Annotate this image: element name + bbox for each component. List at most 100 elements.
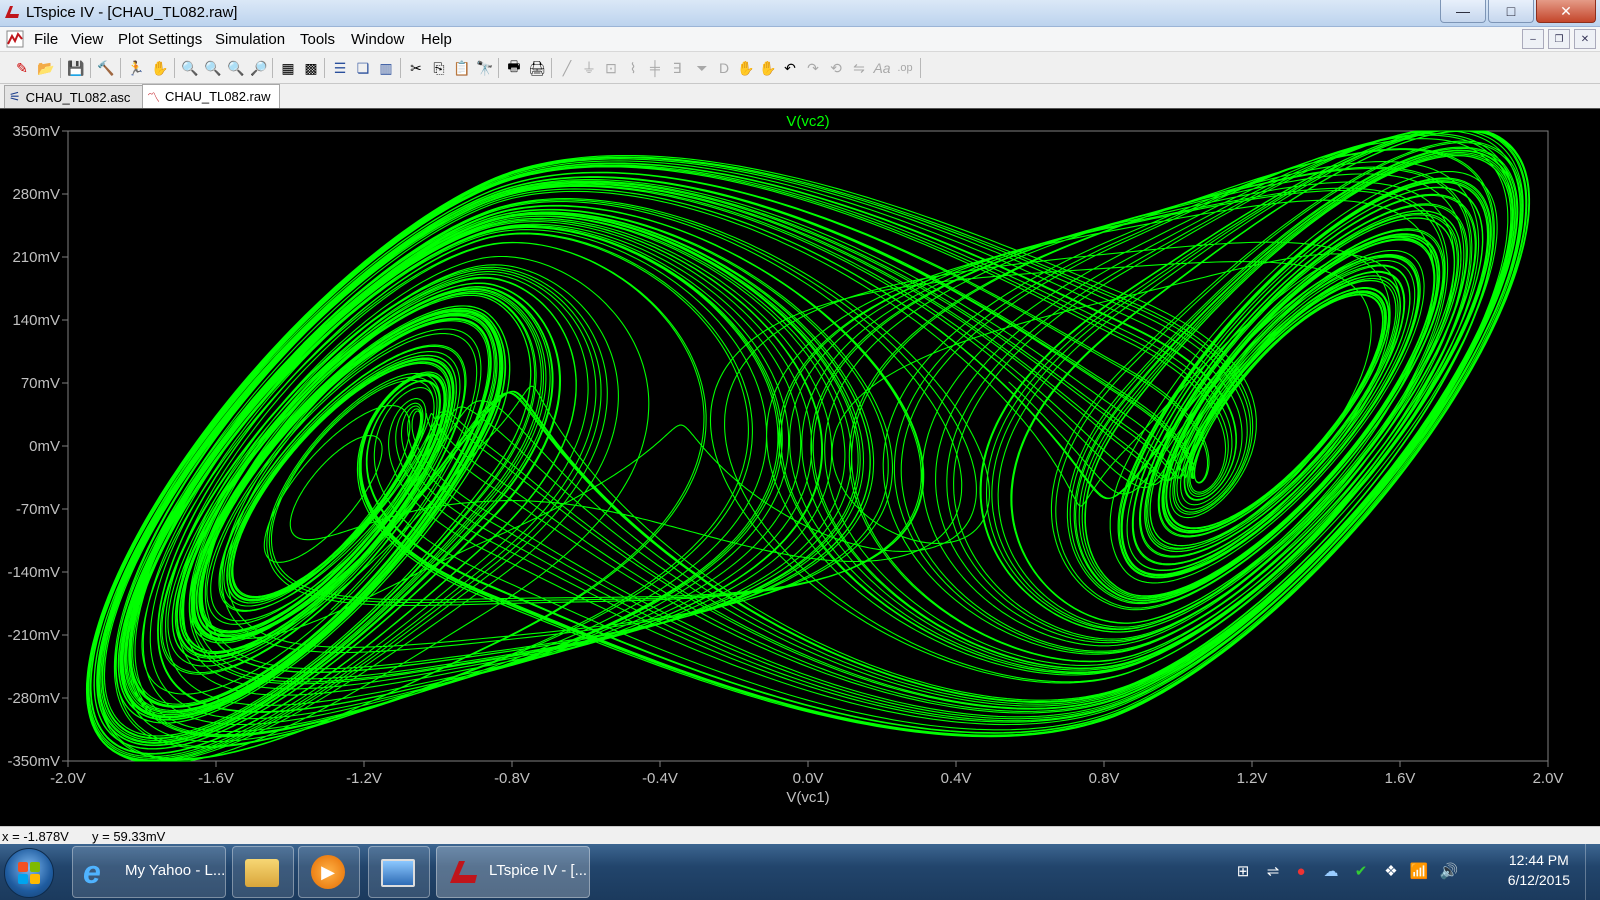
tab-waveform[interactable]: 〽 CHAU_TL082.raw	[142, 84, 280, 108]
waveform-plot[interactable]: 350mV 280mV 210mV 140mV 70mV 0mV -70mV -140mV -2…	[0, 109, 1600, 827]
taskbar-item-explorer[interactable]	[232, 846, 294, 898]
run-icon[interactable]: 🏃	[126, 58, 146, 78]
y-tick-label: -280mV	[7, 690, 60, 707]
trace-title: V(vc2)	[786, 113, 829, 130]
minimize-button[interactable]: —	[1440, 0, 1486, 23]
cursor-x-readout: x = -1.878V	[2, 829, 69, 844]
signal-tray-icon[interactable]: 📶	[1408, 860, 1430, 882]
paste-icon[interactable]: 📋	[452, 58, 472, 78]
find-icon[interactable]: 🔭	[475, 58, 495, 78]
x-tick-label: -0.4V	[642, 770, 678, 787]
x-tick-label: 1.2V	[1237, 770, 1268, 787]
menu-window[interactable]: Window	[351, 31, 404, 48]
document-tabs: ⚟ CHAU_TL082.asc 〽 CHAU_TL082.raw	[0, 84, 1600, 108]
wire-icon[interactable]: ╱	[557, 58, 577, 78]
x-tick-label: 0.4V	[941, 770, 972, 787]
y-tick-label: 280mV	[12, 186, 60, 203]
plot-pane[interactable]: 350mV 280mV 210mV 140mV 70mV 0mV -70mV -140mV -2…	[0, 108, 1600, 827]
menu-simulation[interactable]: Simulation	[215, 31, 285, 48]
maximize-button[interactable]: □	[1488, 0, 1534, 23]
title-bar: LTspice IV - [CHAU_TL082.raw] — □ ✕	[0, 0, 1600, 27]
redo-icon[interactable]: ↷	[803, 58, 823, 78]
tile-horizontal-icon[interactable]: ☰	[330, 58, 350, 78]
save-icon[interactable]: 💾	[66, 58, 86, 78]
spice-directive-icon[interactable]: .op	[895, 58, 915, 78]
menu-file[interactable]: File	[34, 31, 58, 48]
y-tick-label: -350mV	[7, 753, 60, 770]
taskbar: e My Yahoo - L... ▶ LTspice IV - [... ⊞ …	[0, 844, 1600, 900]
tile-vertical-icon[interactable]: ▥	[376, 58, 396, 78]
cancel-zoom-icon[interactable]: 🔎	[249, 58, 269, 78]
copy-icon[interactable]: ⎘	[429, 58, 449, 78]
clock[interactable]: 12:44 PM 6/12/2015	[1508, 850, 1570, 890]
close-button[interactable]: ✕	[1536, 0, 1596, 23]
taskbar-item-ltspice[interactable]: LTspice IV - [...	[436, 846, 590, 898]
zoom-full-icon[interactable]: 🔍	[226, 58, 246, 78]
toolbar: ✎ 📂 💾 🔨 🏃 ✋ 🔍 🔍 🔍 🔎 ▦ ▩ ☰ ❏ ▥ ✂ ⎘ 📋 🔭 🖶 …	[0, 53, 1600, 84]
taskbar-item-label: LTspice IV - [...	[489, 862, 588, 879]
x-tick-label: -2.0V	[50, 770, 86, 787]
x-tick-label: -0.8V	[494, 770, 530, 787]
volume-tray-icon[interactable]: 🔊	[1438, 860, 1460, 882]
halt-icon[interactable]: ✋	[150, 58, 170, 78]
cloud-tray-icon[interactable]: ☁	[1320, 860, 1342, 882]
file-explorer-icon	[245, 859, 279, 887]
component-icon[interactable]: D	[714, 58, 734, 78]
menu-tools[interactable]: Tools	[300, 31, 335, 48]
cut-icon[interactable]: ✂	[406, 58, 426, 78]
tab-schematic[interactable]: ⚟ CHAU_TL082.asc	[4, 85, 146, 108]
window-title: LTspice IV - [CHAU_TL082.raw]	[26, 4, 238, 21]
clock-time: 12:44 PM	[1508, 852, 1569, 868]
antivirus-tray-icon[interactable]: ●	[1290, 860, 1312, 882]
capacitor-icon[interactable]: ╪	[645, 58, 665, 78]
waveform-viewer-icon[interactable]	[6, 30, 24, 48]
dropbox-tray-icon[interactable]: ❖	[1380, 860, 1402, 882]
y-tick-label: 210mV	[12, 249, 60, 266]
status-bar: x = -1.878V y = 59.33mV	[0, 826, 1600, 845]
clock-date: 6/12/2015	[1507, 872, 1570, 888]
new-schematic-icon[interactable]: ✎	[12, 58, 32, 78]
mirror-icon[interactable]: ⇋	[849, 58, 869, 78]
menu-help[interactable]: Help	[421, 31, 452, 48]
y-tick-label: -140mV	[7, 564, 60, 581]
tab-label: CHAU_TL082.asc	[25, 89, 131, 105]
network-tray-icon[interactable]: ⇌	[1262, 860, 1284, 882]
mdi-restore-button[interactable]: ❐	[1548, 29, 1570, 49]
drag-icon[interactable]: ✋	[758, 58, 778, 78]
diode-icon[interactable]: ⏷	[692, 58, 712, 78]
resistor-icon[interactable]: ⌇	[623, 58, 643, 78]
menu-plot-settings[interactable]: Plot Settings	[118, 31, 202, 48]
menu-view[interactable]: View	[71, 31, 103, 48]
text-icon[interactable]: Aa	[872, 58, 892, 78]
x-axis-label: V(vc1)	[786, 789, 829, 806]
control-panel-icon[interactable]: 🔨	[96, 58, 116, 78]
taskbar-item-ie[interactable]: e My Yahoo - L...	[72, 846, 226, 898]
open-icon[interactable]: 📂	[36, 58, 56, 78]
x-tick-label: 0.8V	[1089, 770, 1120, 787]
undo-icon[interactable]: ↶	[780, 58, 800, 78]
start-button[interactable]	[4, 848, 54, 898]
inductor-icon[interactable]: ∃	[667, 58, 687, 78]
waveform-icon: 〽	[147, 90, 161, 105]
cascade-icon[interactable]: ❏	[353, 58, 373, 78]
y-tick-label: 140mV	[12, 312, 60, 329]
mdi-close-button[interactable]: ✕	[1574, 29, 1596, 49]
action-center-icon[interactable]: ⊞	[1232, 860, 1254, 882]
move-icon[interactable]: ✋	[736, 58, 756, 78]
rotate-icon[interactable]: ⟲	[826, 58, 846, 78]
taskbar-item-remote[interactable]	[368, 846, 430, 898]
zoom-in-icon[interactable]: 🔍	[180, 58, 200, 78]
zoom-box-icon[interactable]: ▩	[301, 58, 321, 78]
trace-line	[85, 130, 1531, 762]
zoom-out-icon[interactable]: 🔍	[203, 58, 223, 78]
label-icon[interactable]: ⊡	[601, 58, 621, 78]
print-preview-icon[interactable]: 🖶	[504, 58, 524, 78]
print-icon[interactable]: 🖨	[527, 58, 547, 78]
update-tray-icon[interactable]: ✔	[1350, 860, 1372, 882]
y-tick-label: -70mV	[16, 501, 60, 518]
mdi-minimize-button[interactable]: –	[1522, 29, 1544, 49]
taskbar-item-media[interactable]: ▶	[298, 846, 360, 898]
show-desktop-button[interactable]	[1585, 844, 1600, 900]
autorange-icon[interactable]: ▦	[278, 58, 298, 78]
ground-icon[interactable]: ⏚	[579, 58, 599, 78]
